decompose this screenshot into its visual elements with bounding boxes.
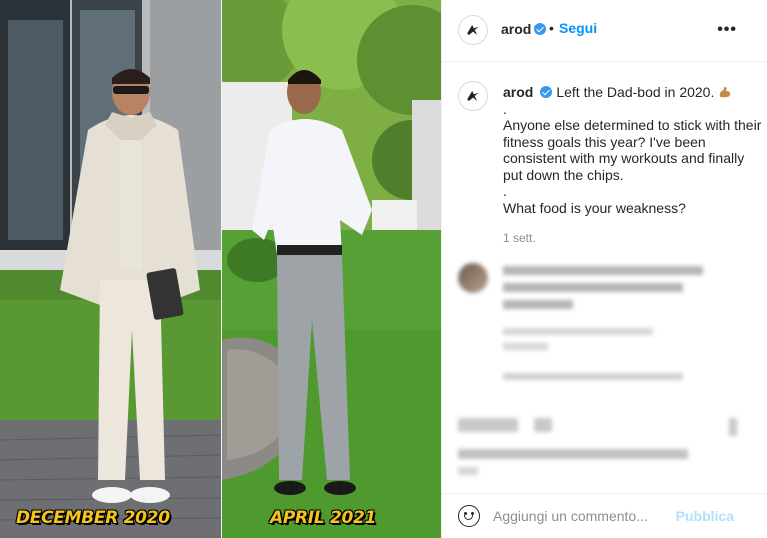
comment-text-redacted — [458, 418, 518, 432]
caption-line-3: Anyone else determined to stick with the… — [503, 117, 762, 183]
view-replies-redacted[interactable] — [503, 373, 683, 380]
comment-meta-redacted — [503, 343, 548, 350]
avatar[interactable] — [458, 15, 488, 45]
post-photo[interactable]: DECEMBER 2020 APRIL 2021 — [0, 0, 441, 538]
post-timestamp: 1 sett. — [503, 231, 536, 245]
caption-line-5: What food is your weakness? — [503, 199, 686, 216]
comments-list[interactable]: arod Left the Dad-bod in 2020. . Anyone e… — [442, 63, 767, 493]
comment-text-redacted — [534, 418, 552, 432]
comment-text-redacted — [503, 266, 703, 275]
photo-panel-before — [0, 0, 221, 538]
comment-text-redacted — [503, 283, 683, 292]
smiley-icon[interactable] — [458, 505, 480, 527]
comment-input[interactable] — [493, 505, 693, 527]
verified-badge-icon — [540, 86, 553, 98]
before-photo-illustration — [0, 0, 221, 538]
caption-line-2: . — [503, 100, 507, 117]
caption-text: arod Left the Dad-bod in 2020. . Anyone e… — [503, 84, 765, 216]
caption-line-4: . — [503, 183, 507, 199]
post-header: arod • Segui ••• — [442, 0, 767, 62]
before-date-caption: DECEMBER 2020 — [16, 508, 170, 528]
caption-username[interactable]: arod — [503, 84, 533, 100]
arod-logo-icon — [467, 91, 479, 101]
caption-avatar[interactable] — [458, 81, 488, 111]
comment-text-redacted — [458, 449, 688, 459]
publish-button[interactable]: Pubblica — [676, 508, 734, 524]
after-photo-illustration — [222, 0, 441, 538]
photo-panel-after — [222, 0, 441, 538]
caption-line-1: Left the Dad-bod in 2020. — [556, 84, 715, 100]
arod-logo-icon — [467, 25, 479, 35]
comment-text-redacted — [503, 300, 573, 309]
after-date-caption: APRIL 2021 — [270, 508, 377, 528]
like-icon-redacted[interactable] — [729, 418, 737, 436]
more-horizontal-icon[interactable]: ••• — [717, 21, 737, 39]
comment-text-redacted — [458, 467, 478, 475]
header-username[interactable]: arod — [501, 21, 531, 37]
post-side-panel: arod • Segui ••• arod Left the Dad-bod in… — [441, 0, 767, 538]
comment-meta-redacted — [503, 328, 653, 335]
add-comment-bar: Pubblica — [442, 493, 767, 538]
verified-badge-icon — [534, 23, 546, 35]
flexed-biceps-icon — [720, 86, 731, 98]
follow-button[interactable]: Segui — [559, 20, 597, 36]
header-separator: • — [549, 20, 554, 36]
comment-avatar[interactable] — [458, 263, 488, 293]
